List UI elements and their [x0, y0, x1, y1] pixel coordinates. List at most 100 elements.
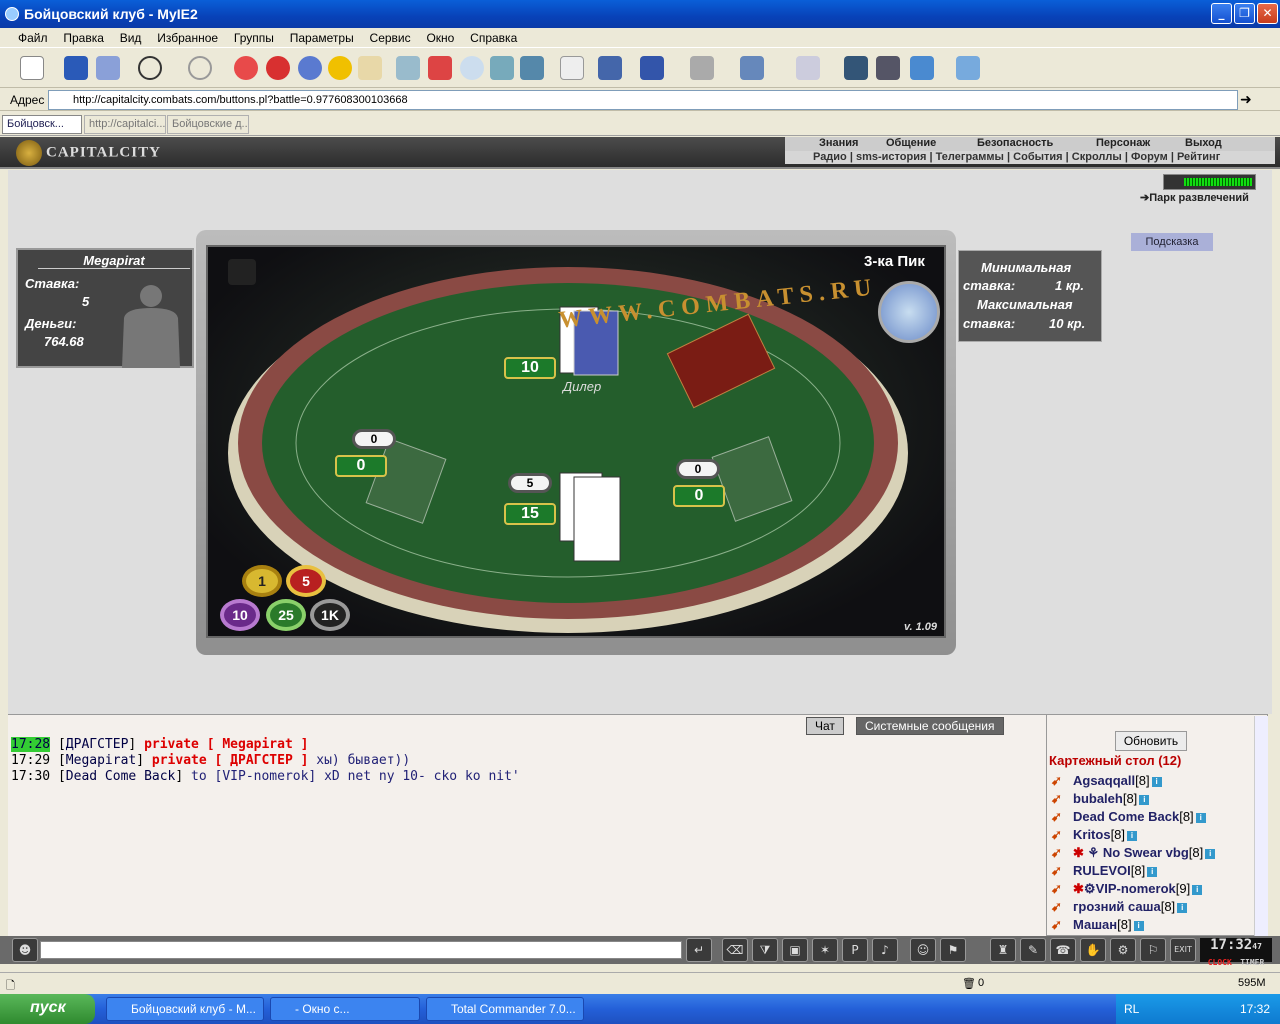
smile-menu-icon[interactable]: ☻	[12, 938, 38, 962]
character-icon[interactable]: ♜	[990, 938, 1016, 962]
refresh-icon[interactable]	[266, 56, 290, 80]
tray-clock[interactable]: 17:32	[1240, 1002, 1270, 1016]
send-icon[interactable]: ↵	[686, 938, 712, 962]
nav-scrolls[interactable]: Скроллы	[1072, 151, 1122, 163]
menu-file[interactable]: Файл	[12, 28, 54, 45]
tab-combats[interactable]: Бойцовск...	[2, 115, 82, 134]
home-icon[interactable]	[358, 56, 382, 80]
menu-tools[interactable]: Сервис	[364, 28, 417, 45]
tab-combats-2[interactable]: Бойцовские д...	[167, 115, 249, 134]
smiley-icon[interactable]: ☺	[910, 938, 936, 962]
walk-icon[interactable]: ✶	[812, 938, 838, 962]
tab-system-messages[interactable]: Системные сообщения	[856, 717, 1004, 735]
start-button[interactable]: пуск	[0, 994, 95, 1024]
images-icon[interactable]	[640, 56, 664, 80]
language-indicator[interactable]: RL	[1124, 1002, 1139, 1016]
menu-favorites[interactable]: Избранное	[151, 28, 224, 45]
flag-icon[interactable]: ⚐	[1140, 938, 1166, 962]
screen-icon[interactable]	[740, 56, 764, 80]
clock-label[interactable]: CLOCK	[1208, 958, 1232, 967]
search-icon[interactable]	[396, 56, 420, 80]
menu-help[interactable]: Справка	[464, 28, 523, 45]
tools-icon[interactable]	[96, 56, 120, 80]
font-icon[interactable]	[560, 56, 584, 80]
close-button[interactable]: ✕	[1257, 3, 1278, 24]
chip-1k[interactable]: 1K	[310, 599, 350, 631]
nav-sms[interactable]: sms-история	[856, 151, 926, 163]
user-row[interactable]: ➹ Kritos[8] i	[1051, 827, 1138, 845]
translit-icon[interactable]: Р	[842, 938, 868, 962]
minimize-button[interactable]: _	[1211, 3, 1232, 24]
eraser-icon[interactable]: ⌫	[722, 938, 748, 962]
proxy-icon[interactable]	[598, 56, 622, 80]
go-icon[interactable]: ➜	[1240, 91, 1252, 108]
speed-icon[interactable]: ⚑	[940, 938, 966, 962]
filter-icon[interactable]: ⧩	[752, 938, 778, 962]
tab-chat[interactable]: Чат	[806, 717, 844, 735]
download-icon[interactable]	[910, 56, 934, 80]
task-browser[interactable]: Бойцовский клуб - M...	[106, 997, 264, 1021]
user-row[interactable]: ➹ Машан[8] i	[1051, 917, 1144, 935]
save-log-icon[interactable]: ▣	[782, 938, 808, 962]
menu-groups[interactable]: Группы	[228, 28, 280, 45]
nav-radio[interactable]: Радио	[813, 151, 847, 163]
user-row[interactable]: ➹ Dead Come Back[8] i	[1051, 809, 1206, 827]
back-icon[interactable]	[138, 56, 162, 80]
users-scrollbar[interactable]	[1254, 716, 1268, 936]
address-input[interactable]: http://capitalcity.combats.com/buttons.p…	[48, 90, 1238, 110]
new-page-icon[interactable]	[20, 56, 44, 80]
chip-1[interactable]: 1	[242, 565, 282, 597]
nav-events[interactable]: События	[1013, 151, 1062, 163]
chip-25[interactable]: 25	[266, 599, 306, 631]
refresh-button[interactable]: Обновить	[1115, 731, 1187, 751]
menu-window[interactable]: Окно	[420, 28, 460, 45]
sound-icon[interactable]: ♪	[872, 938, 898, 962]
print-icon[interactable]	[520, 56, 544, 80]
user-row[interactable]: ➹ bubaleh[8] i	[1051, 791, 1150, 809]
menu-view[interactable]: Вид	[114, 28, 148, 45]
exit-icon[interactable]: EXIT	[1170, 938, 1196, 962]
hint-button[interactable]: Подсказка	[1131, 233, 1213, 251]
skills-icon[interactable]: ✋	[1080, 938, 1106, 962]
hat-icon[interactable]	[876, 56, 900, 80]
nav-security[interactable]: Безопасность	[977, 137, 1053, 149]
mail-icon[interactable]	[490, 56, 514, 80]
site-logo[interactable]: CAPITALCITY	[16, 140, 161, 166]
menu-box-icon[interactable]	[228, 259, 256, 285]
stop-icon[interactable]	[234, 56, 258, 80]
user-row[interactable]: ➹ грозний саша[8] i	[1051, 899, 1188, 917]
user-row[interactable]: ➹ ✱⚙VIP-nomerok[9] i	[1051, 881, 1203, 899]
task-total-commander[interactable]: Total Commander 7.0...	[426, 997, 584, 1021]
chip-10[interactable]: 10	[220, 599, 260, 631]
trash-icon[interactable]: 🗑	[962, 977, 976, 990]
maximize-button[interactable]: ❐	[1234, 3, 1255, 24]
nav-communication[interactable]: Общение	[886, 137, 936, 149]
nav-knowledge[interactable]: Знания	[819, 137, 858, 149]
radiation-icon[interactable]	[328, 56, 352, 80]
nav-exit[interactable]: Выход	[1185, 137, 1222, 149]
save-icon[interactable]	[64, 56, 88, 80]
tab-capitalcity[interactable]: http://capitalci...	[84, 115, 166, 134]
menu-options[interactable]: Параметры	[284, 28, 360, 45]
forward-icon[interactable]	[188, 56, 212, 80]
cursor-icon[interactable]	[796, 56, 820, 80]
nav-rating[interactable]: Рейтинг	[1177, 151, 1220, 163]
timer-label[interactable]: TIMER	[1240, 958, 1264, 967]
user-row[interactable]: ➹ RULEVOI[8] i	[1051, 863, 1158, 881]
nav-forum[interactable]: Форум	[1131, 151, 1168, 163]
menu-edit[interactable]: Правка	[57, 28, 110, 45]
plugin-icon[interactable]	[956, 56, 980, 80]
task-chat-window[interactable]: - Окно с...	[270, 997, 420, 1021]
user-row[interactable]: ➹ ✱ ⚘ No Swear vbg[8] i	[1051, 845, 1216, 863]
chat-input[interactable]	[40, 941, 682, 959]
nav-telegrams[interactable]: Телеграммы	[936, 151, 1004, 163]
settings-icon[interactable]: ⚙	[1110, 938, 1136, 962]
nav-character[interactable]: Персонаж	[1096, 137, 1150, 149]
favorites-icon[interactable]	[428, 56, 452, 80]
history-icon[interactable]	[460, 56, 484, 80]
media-icon[interactable]	[690, 56, 714, 80]
map-icon[interactable]: ✎	[1020, 938, 1046, 962]
user-row[interactable]: ➹ Agsaqqall[8] i	[1051, 773, 1162, 791]
park-link[interactable]: ➔Парк развлечений	[1140, 191, 1249, 204]
sync-icon[interactable]	[298, 56, 322, 80]
